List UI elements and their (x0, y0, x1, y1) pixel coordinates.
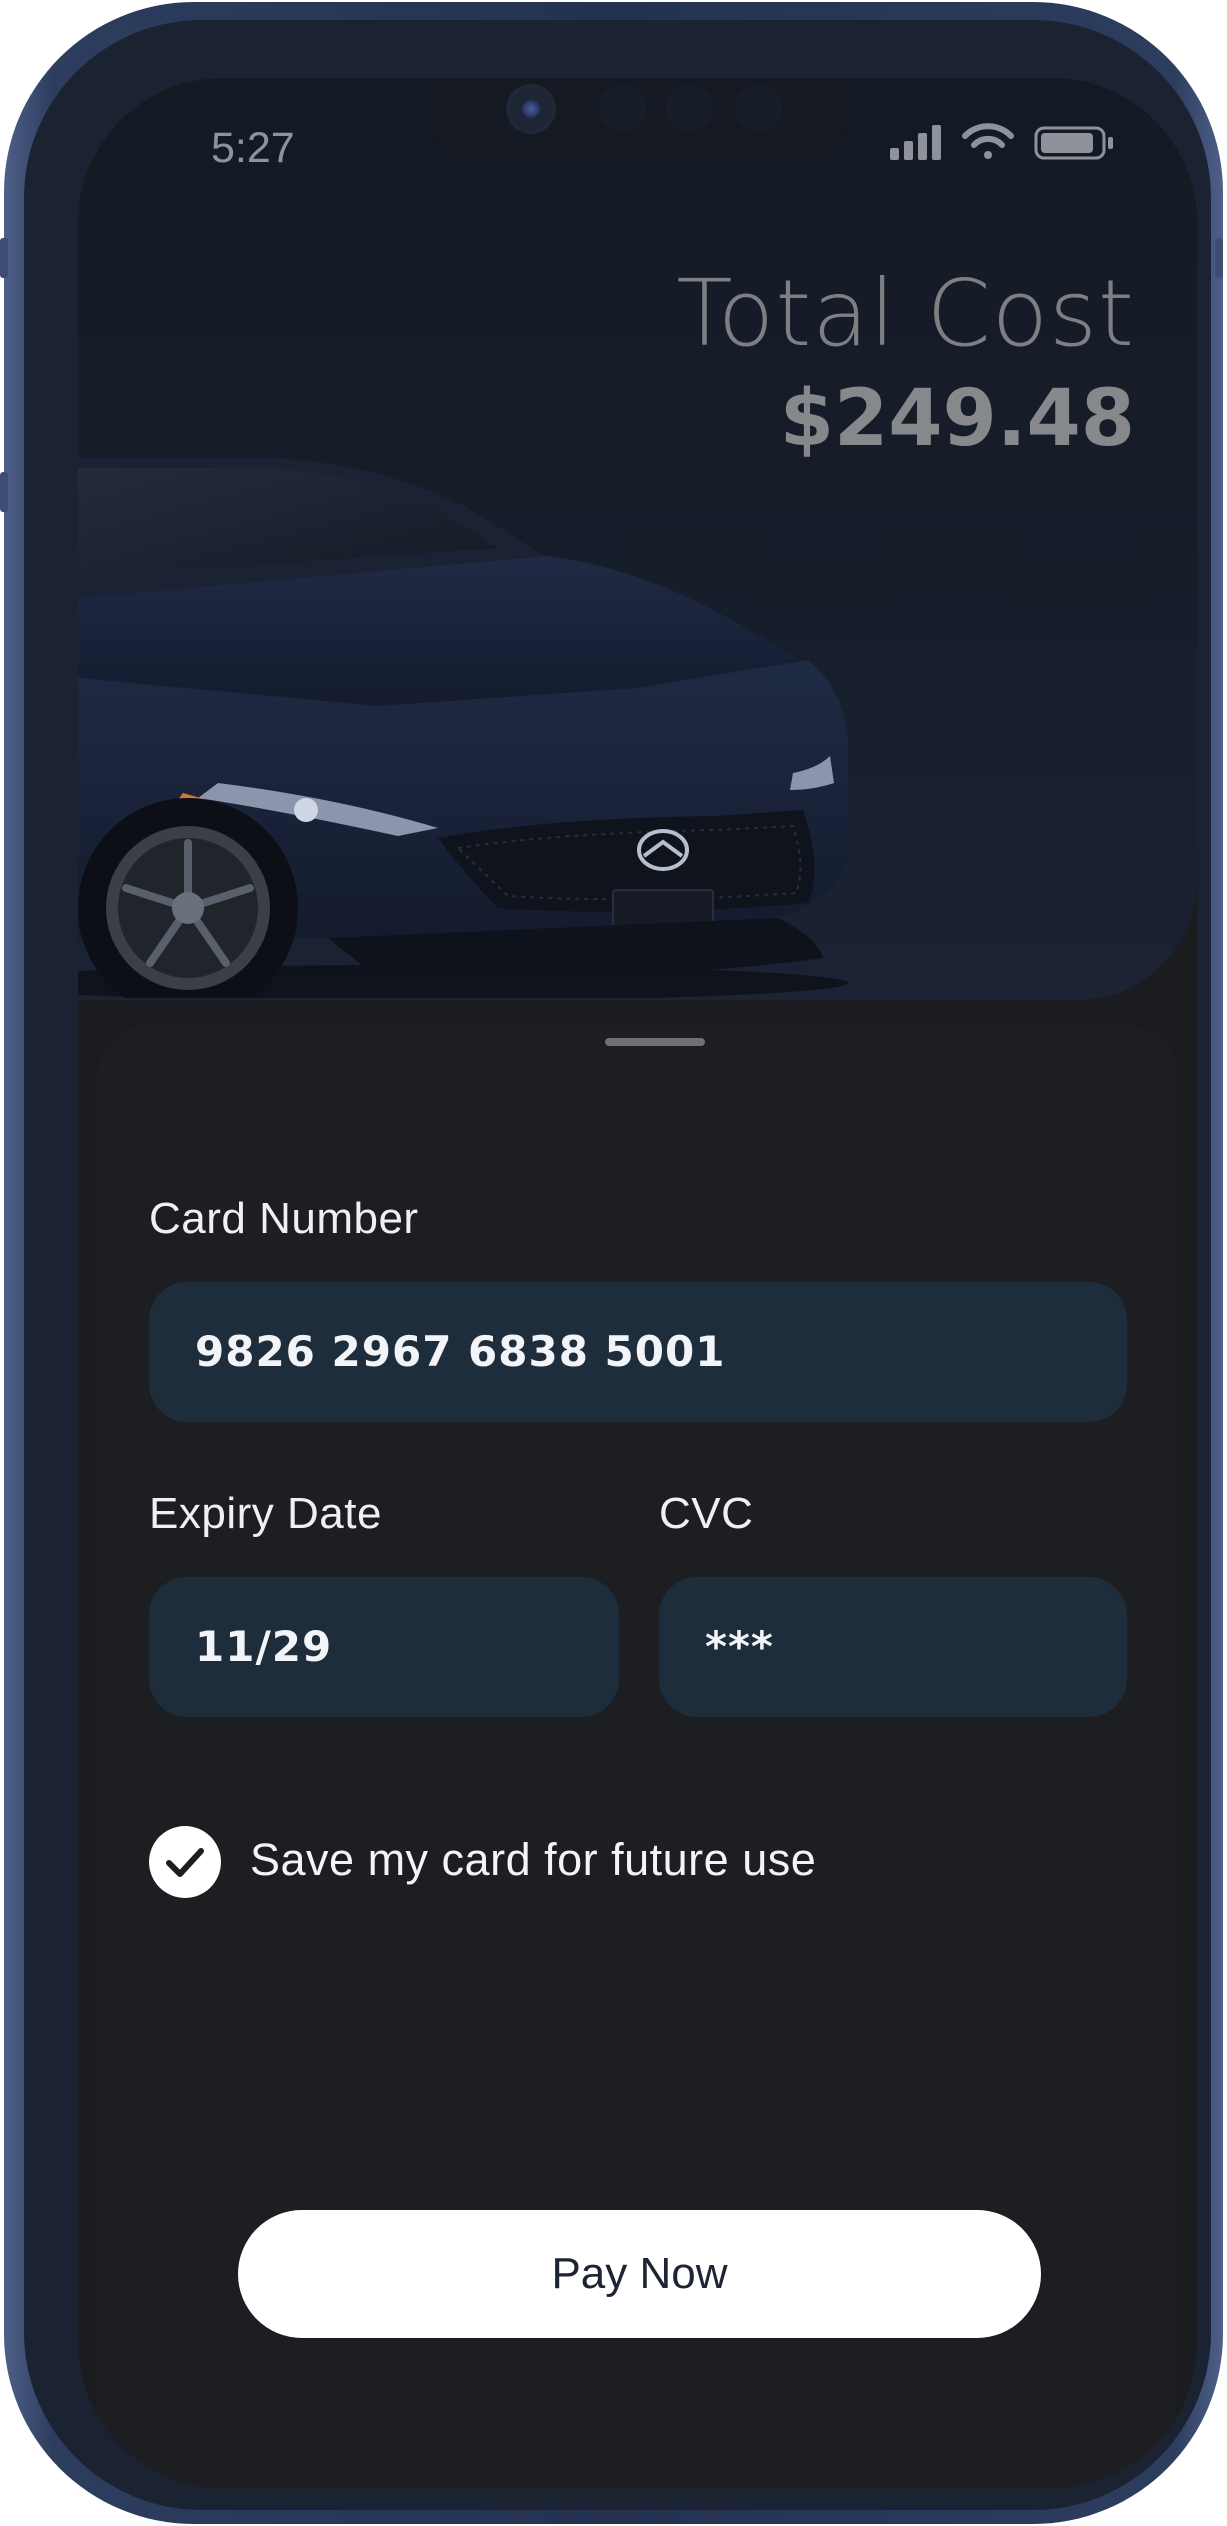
hero-header: 5:27 Total Cost $249.48 (78, 78, 1197, 1000)
wifi-icon (962, 123, 1014, 159)
sensor (599, 84, 647, 132)
phone-bezel: 5:27 Total Cost $249.48 Card Number 9826… (24, 20, 1211, 2510)
checkmark-icon (166, 1848, 204, 1877)
sensor (735, 84, 783, 132)
expiry-date-field[interactable]: 11/29 (149, 1577, 619, 1717)
phone-frame: 5:27 Total Cost $249.48 Card Number 9826… (0, 2, 1223, 2524)
expiry-date-value: 11/29 (195, 1622, 333, 1671)
side-button (1215, 238, 1223, 278)
cvc-field[interactable]: *** (659, 1577, 1127, 1717)
side-button (0, 238, 8, 278)
status-icons (890, 123, 1113, 160)
battery-icon (1034, 126, 1113, 160)
total-cost-label: Total Cost (676, 260, 1135, 367)
app-screen: 5:27 Total Cost $249.48 Card Number 9826… (78, 78, 1197, 2488)
cvc-value: *** (705, 1622, 774, 1671)
cellular-signal-icon (890, 125, 941, 160)
status-time: 5:27 (211, 124, 295, 172)
car-image (78, 458, 848, 998)
pay-now-button[interactable]: Pay Now (238, 2210, 1041, 2338)
camera-notch (425, 78, 851, 166)
save-card-label[interactable]: Save my card for future use (250, 1834, 816, 1886)
expiry-date-label: Expiry Date (149, 1489, 382, 1538)
sensor (665, 84, 713, 132)
side-button (0, 472, 8, 512)
payment-sheet: Card Number 9826 2967 6838 5001 Expiry D… (98, 1026, 1176, 2488)
save-card-checkbox[interactable] (149, 1826, 221, 1898)
cvc-label: CVC (659, 1489, 754, 1538)
card-number-field[interactable]: 9826 2967 6838 5001 (149, 1282, 1127, 1422)
card-number-value: 9826 2967 6838 5001 (195, 1327, 726, 1376)
sheet-drag-handle[interactable] (605, 1038, 705, 1046)
front-camera-icon (506, 84, 556, 134)
card-number-label: Card Number (149, 1194, 419, 1243)
